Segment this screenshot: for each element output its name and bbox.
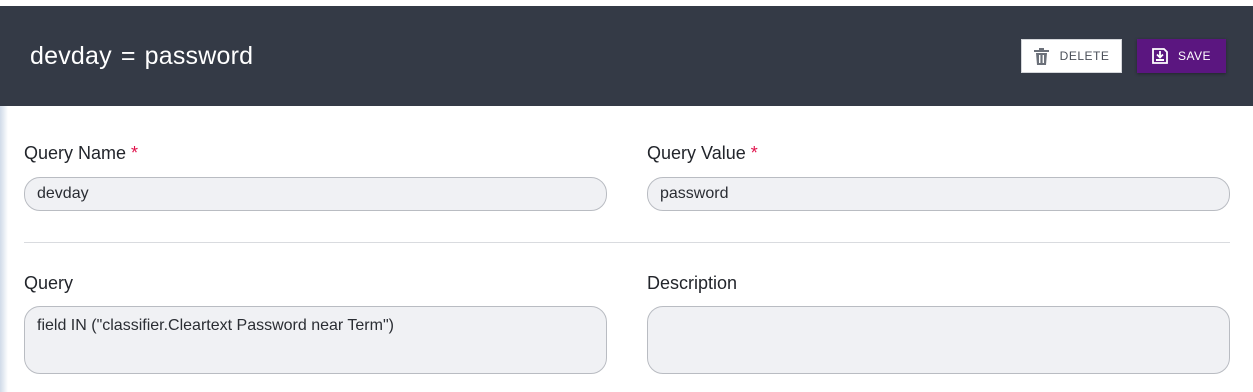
required-marker: * bbox=[131, 143, 139, 163]
section-divider bbox=[24, 242, 1230, 243]
query-label: Query bbox=[24, 273, 73, 294]
query-textarea[interactable]: field IN ("classifier.Cleartext Password… bbox=[24, 306, 607, 374]
query-name-input[interactable]: devday bbox=[24, 177, 607, 211]
delete-label: DELETE bbox=[1059, 49, 1110, 63]
delete-button[interactable]: DELETE bbox=[1021, 39, 1122, 73]
trash-icon bbox=[1033, 47, 1049, 65]
title-query-name: devday bbox=[30, 41, 112, 70]
query-value-value: password bbox=[660, 185, 729, 202]
description-label-text: Description bbox=[647, 273, 738, 293]
title-operator: = bbox=[120, 41, 136, 70]
title-query-value: password bbox=[144, 41, 254, 70]
description-textarea[interactable] bbox=[647, 306, 1230, 374]
query-value-label: Query Value * bbox=[647, 143, 758, 164]
save-label: SAVE bbox=[1177, 49, 1212, 63]
query-value-label-text: Query Value bbox=[647, 143, 746, 163]
query-name-label-text: Query Name bbox=[24, 143, 127, 163]
query-name-value: devday bbox=[37, 185, 89, 202]
required-marker: * bbox=[750, 143, 758, 163]
left-edge-shadow bbox=[0, 106, 8, 392]
page-header: devday = password DELETE SAVE bbox=[0, 6, 1253, 106]
query-text: field IN ("classifier.Cleartext Password… bbox=[37, 317, 394, 334]
query-label-text: Query bbox=[24, 273, 74, 293]
query-value-input[interactable]: password bbox=[647, 177, 1230, 211]
page-title: devday = password bbox=[30, 42, 253, 71]
save-button[interactable]: SAVE bbox=[1137, 39, 1226, 73]
query-name-label: Query Name * bbox=[24, 143, 138, 164]
description-label: Description bbox=[647, 273, 737, 294]
save-icon bbox=[1152, 48, 1168, 64]
